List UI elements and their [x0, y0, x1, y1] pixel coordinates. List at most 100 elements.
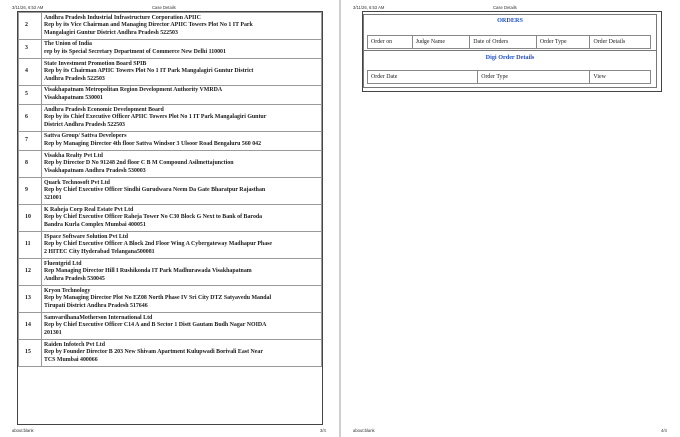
orders-header-row: Order on Judge Name Date of Orders Order… — [367, 35, 651, 49]
page-footer-url: about:blank — [353, 428, 375, 433]
orders-section: ORDERS Order on Judge Name Date of Order… — [363, 14, 657, 51]
respondent-number: 12 — [18, 258, 42, 286]
page-footer-number: 3/4 — [320, 428, 326, 433]
page-footer-url: about:blank — [12, 428, 34, 433]
respondent-number: 10 — [18, 204, 42, 232]
respondent-address-line: Rep Managing Director Hill I Rushikonda … — [44, 268, 252, 275]
respondent-name: Fluentgrid Ltd — [44, 260, 82, 267]
respondent-name: SamvardhanaMotherson International Ltd — [44, 314, 153, 321]
respondent-number: 6 — [18, 104, 42, 132]
respondent-details: Andhra Pradesh Industrial Infrastructure… — [41, 12, 322, 40]
respondent-number: 15 — [18, 339, 42, 367]
digi-orders-header-row: Order Date Order Type View — [367, 70, 651, 84]
respondent-address-line: 201301 — [44, 329, 62, 336]
respondent-details: State Investment Promotion Board SPIB Rep… — [41, 58, 322, 86]
respondent-details: Quark Technosoft Pvt Ltd Rep by Chief Exe… — [41, 177, 322, 205]
respondent-name: Quark Technosoft Pvt Ltd — [44, 179, 110, 186]
respondent-number: 3 — [18, 39, 42, 59]
respondent-details: Kryon Technology Rep by Managing Director… — [41, 285, 322, 313]
respondent-number: 11 — [18, 231, 42, 259]
respondent-row: 3 The Union of India rep by its Special Se… — [18, 39, 322, 59]
digi-col-order-date: Order Date — [368, 71, 479, 83]
print-page-4: 3/11/26, 6:53 AM Case Details ORDERS Ord… — [341, 0, 680, 437]
page-footer-number: 4/4 — [661, 428, 667, 433]
respondent-address-line: Rep by Chief Executive Officer A Block 2… — [44, 241, 273, 248]
orders-col-order-type: Order Type — [537, 36, 591, 48]
respondents-table: 2 Andhra Pradesh Industrial Infrastructur… — [18, 12, 322, 367]
respondent-details: Andhra Pradesh Economic Development Boar… — [41, 104, 322, 132]
digi-orders-section: Digi Order Details Order Date Order Type… — [363, 50, 657, 88]
respondent-address-line: Tirupati District Andhra Pradesh 517646 — [44, 302, 148, 309]
print-page-3: 3/11/26, 6:53 AM Case Details 2 Andhra Pr… — [0, 0, 339, 437]
respondent-address-line: Visakhapatnam 530001 — [44, 95, 103, 101]
respondent-address-line: Rep by Director D No 91248 2nd floor C B… — [44, 160, 234, 167]
respondent-address-line: Rep by Managing Director Plot No EZ08 No… — [44, 295, 272, 302]
respondent-address-line: Rep by Chief Executive Officer Sindhi Gu… — [44, 187, 266, 194]
respondent-row: 10 K Raheja Corp Real Estate Pvt Ltd Rep b… — [18, 204, 322, 232]
page-header-datetime: 3/11/26, 6:53 AM — [12, 5, 44, 10]
digi-col-order-type: Order Type — [478, 71, 591, 83]
respondent-row: 2 Andhra Pradesh Industrial Infrastructur… — [18, 12, 322, 40]
respondents-frame: 2 Andhra Pradesh Industrial Infrastructur… — [17, 11, 323, 425]
respondent-name: Sattva Group/ Sattva Developers — [44, 133, 127, 140]
respondent-address-line: 2 HITEC City Hyderabad Telangana500081 — [44, 248, 155, 255]
page-header-datetime: 3/11/26, 6:53 AM — [353, 5, 385, 10]
respondent-name: Raiden Infotech Pvt Ltd — [44, 341, 106, 348]
respondent-address-line: Rep by Managing Director 4th floor Sattv… — [44, 141, 262, 147]
respondent-row: 5 Visakhapatnam Metropolitan Region Devel… — [18, 85, 322, 105]
respondent-address-line: Andhra Pradesh 530045 — [44, 275, 105, 282]
orders-col-judge-name: Judge Name — [413, 36, 471, 48]
respondent-name: Andhra Pradesh Economic Development Boar… — [44, 106, 164, 113]
respondent-address-line: Rep by Chief Executive Officer C14 A and… — [44, 322, 267, 329]
respondent-number: 7 — [18, 131, 42, 151]
respondent-name: Kryon Technology — [44, 287, 91, 294]
respondent-name: Andhra Pradesh Industrial Infrastructure… — [44, 14, 201, 21]
respondent-row: 6 Andhra Pradesh Economic Development Boa… — [18, 104, 322, 132]
orders-col-order-on: Order on — [368, 36, 413, 48]
respondent-row: 4 State Investment Promotion Board SPIB Re… — [18, 58, 322, 86]
respondent-address-line: Visakhapatnam Andhra Pradesh 530003 — [44, 167, 146, 174]
respondent-details: K Raheja Corp Real Estate Pvt Ltd Rep by … — [41, 204, 322, 232]
respondent-number: 2 — [18, 12, 42, 40]
respondent-address-line: Rep by its Chief Executive Officer APIIC… — [44, 114, 267, 121]
respondent-address-line: Bandra Kurla Complex Mumbai 400051 — [44, 221, 146, 228]
respondent-details: Visakhapatnam Metropolitan Region Develo… — [41, 85, 322, 105]
respondent-row: 13 Kryon Technology Rep by Managing Direct… — [18, 285, 322, 313]
page-header-title: Case Details — [152, 5, 176, 10]
orders-title: ORDERS — [497, 17, 523, 24]
respondent-name: ISpace Software Solution Pvt Ltd — [44, 233, 129, 240]
respondent-address-line: 321001 — [44, 194, 62, 201]
respondent-row: 7 Sattva Group/ Sattva Developers Rep by M… — [18, 131, 322, 151]
orders-col-order-details: Order Details — [593, 39, 626, 45]
respondent-address-line: Rep by its Vice Chairman and Managing Di… — [44, 22, 253, 29]
respondent-details: Fluentgrid Ltd Rep Managing Director Hill… — [41, 258, 322, 286]
respondent-number: 14 — [18, 312, 42, 340]
respondent-details: The Union of India rep by its Special Sec… — [41, 39, 322, 59]
respondent-details: SamvardhanaMotherson International Ltd Re… — [41, 312, 322, 340]
respondent-address-line: Mangalagiri Guntur District Andhra Prade… — [44, 29, 178, 36]
respondent-name: K Raheja Corp Real Estate Pvt Ltd — [44, 206, 134, 213]
respondent-name: The Union of India — [44, 41, 92, 48]
page-header-title: Case Details — [493, 5, 517, 10]
respondent-row: 12 Fluentgrid Ltd Rep Managing Director Hi… — [18, 258, 322, 286]
digi-col-view: View — [593, 74, 606, 80]
respondent-number: 5 — [18, 85, 42, 105]
respondent-address-line: Andhra Pradesh 522503 — [44, 75, 105, 82]
respondent-address-line: Rep by its Chairman APIIC Towers Plot No… — [44, 68, 254, 75]
respondent-address-line: Rep by Chief Executive Officer Raheja To… — [44, 214, 263, 221]
respondent-number: 13 — [18, 285, 42, 313]
respondent-row: 9 Quark Technosoft Pvt Ltd Rep by Chief Ex… — [18, 177, 322, 205]
respondent-name: Visakhapatnam Metropolitan Region Develo… — [44, 87, 223, 94]
digi-orders-title: Digi Order Details — [485, 54, 535, 61]
respondent-address-line: TCS Mumbai 400066 — [44, 356, 98, 363]
respondent-address-line: District Andhra Pradesh 522503 — [44, 121, 125, 128]
respondent-row: 11 ISpace Software Solution Pvt Ltd Rep by… — [18, 231, 322, 259]
respondent-details: ISpace Software Solution Pvt Ltd Rep by C… — [41, 231, 322, 259]
respondent-address-line: rep by its Special Secretary Department … — [44, 49, 226, 55]
respondent-number: 4 — [18, 58, 42, 86]
respondent-details: Sattva Group/ Sattva Developers Rep by Ma… — [41, 131, 322, 151]
orders-col-date-of-orders: Date of Orders — [470, 36, 537, 48]
respondent-row: 14 SamvardhanaMotherson International Ltd… — [18, 312, 322, 340]
respondent-name: Visakha Realty Pvt Ltd — [44, 152, 103, 159]
respondent-number: 9 — [18, 177, 42, 205]
